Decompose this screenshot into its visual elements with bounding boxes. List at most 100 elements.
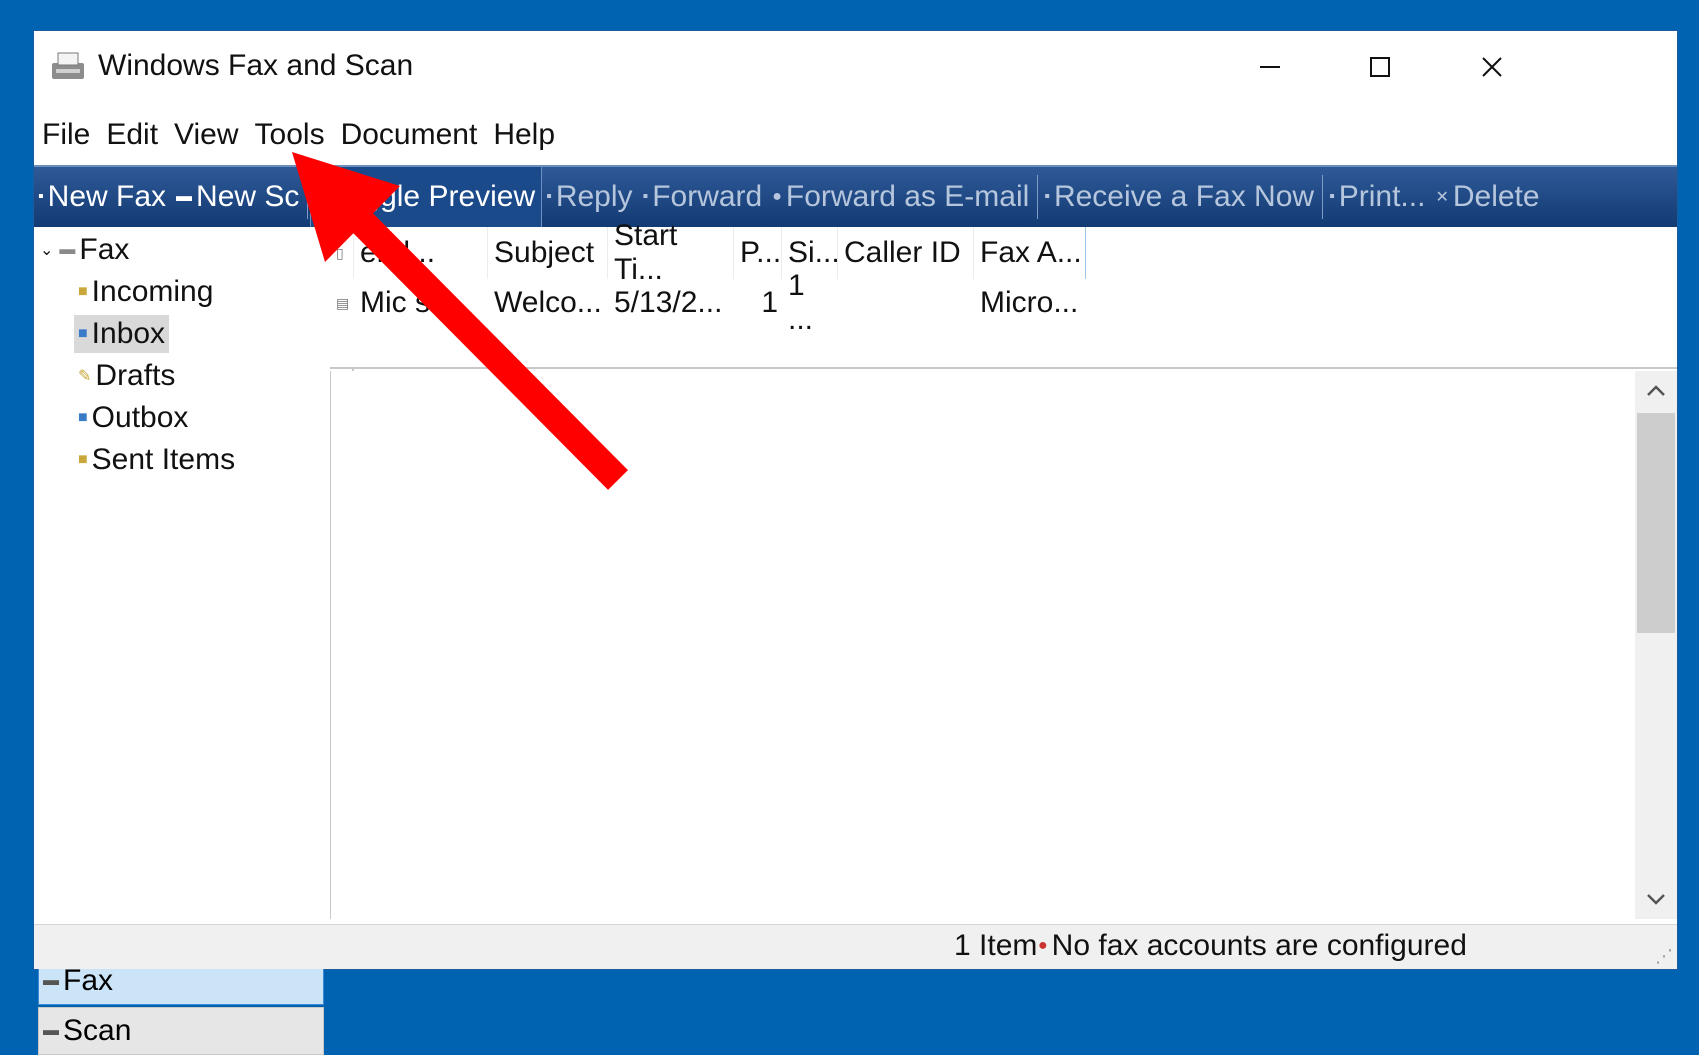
column-pages[interactable]: P...	[734, 227, 782, 279]
forward-label: Forward	[652, 180, 763, 213]
column-icon[interactable]: ▯	[330, 227, 354, 279]
folder-icon: ■	[78, 451, 88, 468]
new-scan-label: New Sc	[196, 180, 300, 213]
document-icon: ▤	[336, 294, 350, 311]
reply-icon: ▪	[546, 188, 552, 205]
tree-item-drafts[interactable]: ✎ Drafts	[74, 357, 179, 395]
new-fax-button[interactable]: ▪ New Fax	[34, 167, 172, 227]
close-icon	[1482, 57, 1502, 77]
forward-email-label: Forward as E-mail	[785, 180, 1030, 213]
receive-fax-label: Receive a Fax Now	[1053, 180, 1315, 213]
resize-grip-icon[interactable]: ⋰	[1655, 946, 1673, 967]
nav-scan-label: Scan	[63, 1014, 132, 1047]
inbox-icon: ■	[78, 325, 88, 342]
status-bar: 1 Item ● No fax accounts are configured …	[34, 924, 1677, 969]
maximize-icon	[1370, 57, 1390, 77]
cell-start-time: 5/13/2...	[614, 286, 723, 319]
menu-file[interactable]: File	[34, 118, 98, 152]
toolbar-separator	[1322, 175, 1324, 219]
tree-item-label: Inbox	[91, 317, 166, 350]
title-bar[interactable]: Windows Fax and Scan	[34, 31, 1677, 103]
cell-subject: Welco...	[494, 286, 602, 319]
email-icon: ●	[772, 188, 782, 205]
tree-item-inbox[interactable]: ■ Inbox	[74, 315, 170, 353]
chevron-up-icon[interactable]	[1646, 383, 1666, 397]
reply-button[interactable]: ▪ Reply	[542, 167, 638, 227]
item-count: 1 Item	[954, 929, 1038, 962]
column-sender[interactable]: end...	[354, 227, 488, 279]
forward-button[interactable]: ▪ Forward	[639, 167, 769, 227]
vertical-scrollbar[interactable]	[1635, 371, 1677, 919]
nav-fax-label: Fax	[63, 964, 114, 997]
print-button[interactable]: ▪ Print...	[1325, 167, 1431, 227]
tree-item-label: Outbox	[91, 401, 189, 434]
forward-icon: ▪	[642, 188, 649, 205]
toolbar: ▪ New Fax ▬ New Sc ▰ Toggle Preview ▪ Re…	[34, 165, 1677, 228]
menu-view[interactable]: View	[166, 118, 246, 152]
column-start-time[interactable]: Start Ti...	[608, 219, 734, 286]
status-message: ● No fax accounts are configured	[1038, 929, 1467, 963]
tree-item-outbox[interactable]: ■ Outbox	[74, 399, 192, 437]
cell-size: 1 ...	[788, 269, 814, 336]
cell-pages: 1	[761, 286, 778, 319]
chevron-down-icon[interactable]: ⌄	[40, 240, 53, 260]
scrollbar-thumb[interactable]	[1637, 413, 1675, 633]
toggle-preview-label: Toggle Preview	[331, 180, 536, 213]
reply-label: Reply	[555, 180, 633, 213]
column-fax-account[interactable]: Fax A...	[974, 227, 1086, 279]
toolbar-separator	[307, 175, 309, 219]
nav-scan-button[interactable]: ▬ Scan	[38, 1007, 324, 1055]
window-title: Windows Fax and Scan	[98, 49, 414, 82]
receive-fax-button[interactable]: ▪ Receive a Fax Now	[1040, 167, 1320, 227]
tree-item-label: Incoming	[91, 275, 214, 308]
fax-app-icon	[52, 52, 84, 79]
preview-icon: ▰	[315, 189, 328, 206]
new-scan-button[interactable]: ▬ New Sc	[172, 167, 305, 227]
column-caller-id[interactable]: Caller ID	[838, 227, 974, 279]
delete-icon: ✕	[1435, 189, 1449, 206]
tree-root-label: Fax	[79, 233, 130, 266]
delete-label: Delete	[1452, 180, 1540, 213]
folder-icon: ■	[78, 283, 88, 300]
tree-root-fax[interactable]: ⌄ ▬ Fax	[40, 233, 129, 267]
warning-icon: ●	[1038, 937, 1048, 954]
message-list: ▯ end... Subject Start Ti... P... Si... …	[330, 219, 1677, 369]
scanner-icon: ▬	[176, 188, 193, 205]
menu-tools[interactable]: Tools	[247, 118, 333, 152]
fax-icon: ▬	[59, 241, 76, 258]
tree-item-sent[interactable]: ■ Sent Items	[74, 441, 239, 479]
fax-icon: ▬	[43, 972, 59, 989]
maximize-button[interactable]	[1340, 41, 1420, 93]
new-fax-icon: ▪	[38, 188, 44, 205]
cell-caller-id	[838, 283, 974, 323]
folder-pane: ⌄ ▬ Fax ■ Incoming ■ Inbox ✎ Drafts ■ Ou…	[34, 227, 354, 1055]
tree-item-label: Drafts	[95, 359, 176, 392]
column-subject[interactable]: Subject	[488, 227, 608, 279]
tree-item-label: Sent Items	[91, 443, 236, 476]
menu-bar: File Edit View Tools Document Help	[34, 109, 1677, 161]
menu-help[interactable]: Help	[485, 118, 563, 152]
close-button[interactable]	[1452, 41, 1532, 93]
status-message-text: No fax accounts are configured	[1051, 929, 1467, 962]
outbox-icon: ■	[78, 409, 88, 426]
delete-button[interactable]: ✕ Delete	[1431, 167, 1545, 227]
scanner-icon: ▬	[43, 1022, 59, 1039]
toggle-preview-button[interactable]: ▰ Toggle Preview	[310, 167, 543, 227]
drafts-icon: ✎	[78, 368, 92, 385]
receive-fax-icon: ▪	[1044, 188, 1050, 205]
toolbar-separator	[1037, 175, 1039, 219]
document-icon: ▯	[336, 244, 344, 261]
print-label: Print...	[1338, 180, 1426, 213]
new-fax-label: New Fax	[47, 180, 167, 213]
chevron-down-icon[interactable]	[1646, 893, 1666, 907]
minimize-button[interactable]	[1230, 41, 1310, 93]
menu-edit[interactable]: Edit	[98, 118, 166, 152]
forward-email-button[interactable]: ● Forward as E-mail	[768, 167, 1035, 227]
minimize-icon	[1260, 66, 1280, 68]
fax-scan-window: Windows Fax and Scan File Edit View Tool…	[33, 30, 1678, 1055]
printer-icon: ▪	[1329, 188, 1335, 205]
preview-pane	[330, 371, 1677, 919]
cell-fax-account: Micro...	[980, 286, 1079, 319]
menu-document[interactable]: Document	[333, 118, 486, 152]
tree-item-incoming[interactable]: ■ Incoming	[74, 273, 217, 311]
